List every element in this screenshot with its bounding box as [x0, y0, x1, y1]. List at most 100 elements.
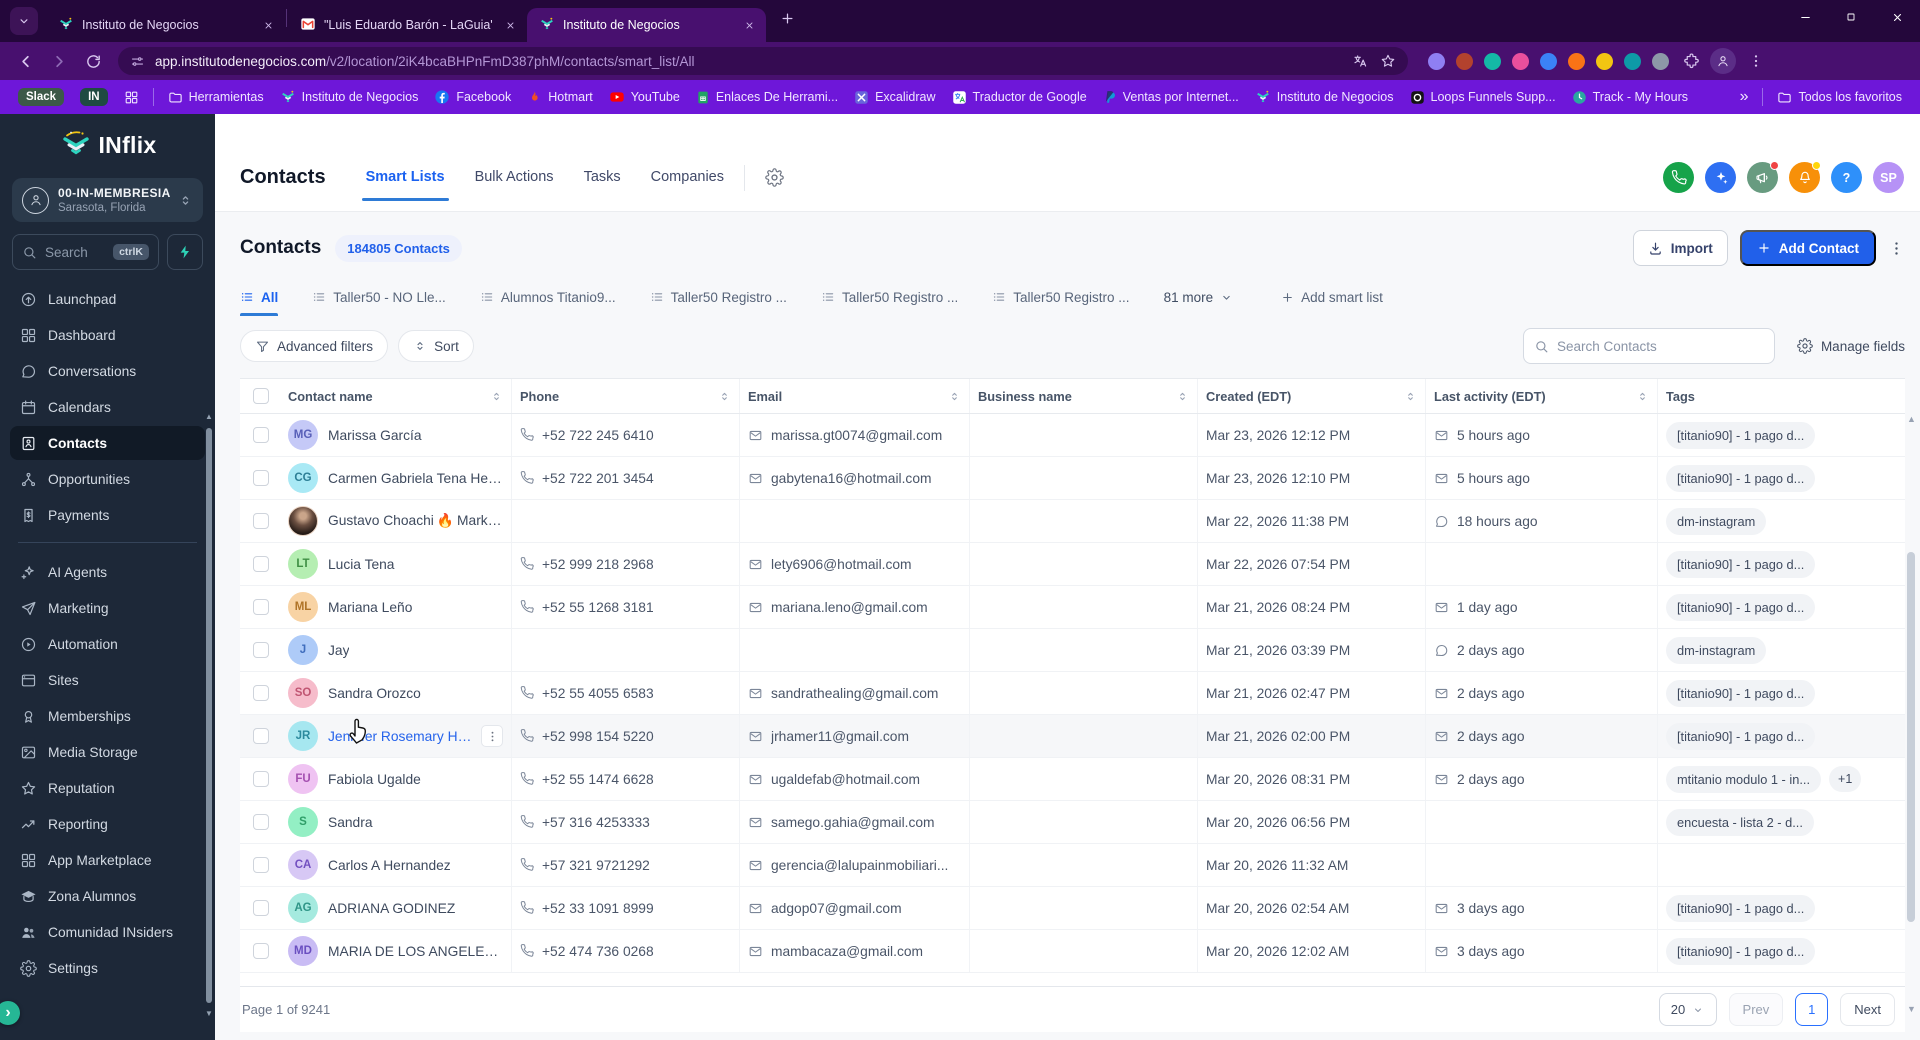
- contact-name[interactable]: Lucia Tena: [328, 557, 395, 572]
- tag-pill[interactable]: [titanio90] - 1 pago d...: [1666, 550, 1816, 578]
- bookmark-item[interactable]: Instituto de Negocios: [272, 86, 427, 108]
- bookmark-item[interactable]: Enlaces De Herrami...: [688, 87, 846, 108]
- close-tab-icon[interactable]: [740, 16, 758, 34]
- search-contacts-input[interactable]: Search Contacts: [1522, 328, 1775, 364]
- bookmarks-overflow-button[interactable]: »: [1732, 88, 1757, 106]
- close-tab-icon[interactable]: [259, 16, 277, 34]
- tag-pill[interactable]: dm-instagram: [1666, 636, 1767, 664]
- bookmark-apps-grid[interactable]: [116, 87, 147, 108]
- row-menu-button[interactable]: [481, 725, 503, 747]
- sidebar-item-sites[interactable]: Sites: [10, 663, 205, 697]
- extension-icon[interactable]: [1512, 52, 1529, 70]
- tab-bulk-actions[interactable]: Bulk Actions: [475, 169, 554, 187]
- bookmark-item[interactable]: Hotmart: [519, 87, 600, 108]
- bookmark-item[interactable]: Facebook: [426, 86, 519, 108]
- tag-pill[interactable]: [titanio90] - 1 pago d...: [1666, 464, 1816, 492]
- forward-button[interactable]: [44, 46, 74, 76]
- tag-pill[interactable]: [titanio90] - 1 pago d...: [1666, 421, 1816, 449]
- back-button[interactable]: [10, 46, 40, 76]
- prev-page-button[interactable]: Prev: [1728, 993, 1784, 1026]
- bookmark-item[interactable]: Traductor de Google: [944, 87, 1095, 108]
- bookmark-item[interactable]: Herramientas: [160, 87, 272, 108]
- smart-list-tab[interactable]: Taller50 Registro ...: [992, 278, 1130, 316]
- maximize-button[interactable]: [1828, 0, 1874, 34]
- row-checkbox[interactable]: [253, 728, 269, 744]
- column-header[interactable]: Contact name: [288, 389, 490, 404]
- sidebar-item-launchpad[interactable]: Launchpad: [10, 282, 205, 316]
- reload-button[interactable]: [78, 46, 108, 76]
- row-checkbox[interactable]: [253, 943, 269, 959]
- smart-list-tab[interactable]: Alumnos Titanio9...: [480, 278, 616, 316]
- sidebar-item-comunidad-insiders[interactable]: Comunidad INsiders: [10, 915, 205, 949]
- extension-icon[interactable]: [1428, 52, 1445, 70]
- row-checkbox[interactable]: [253, 814, 269, 830]
- sort-button[interactable]: Sort: [398, 330, 474, 362]
- tag-pill[interactable]: [titanio90] - 1 pago d...: [1666, 894, 1816, 922]
- close-window-button[interactable]: [1874, 0, 1920, 34]
- contact-name[interactable]: Jennifer Rosemary Hame: [328, 729, 474, 744]
- sidebar-item-memberships[interactable]: Memberships: [10, 699, 205, 733]
- sidebar-item-contacts[interactable]: Contacts: [10, 426, 205, 460]
- contact-name[interactable]: Mariana Leño: [328, 600, 412, 615]
- row-checkbox[interactable]: [253, 685, 269, 701]
- bookmark-star-icon[interactable]: [1380, 53, 1396, 69]
- sidebar-search-input[interactable]: Search ctrlK: [12, 234, 159, 270]
- smart-list-tab[interactable]: Taller50 Registro ...: [821, 278, 958, 316]
- page-size-select[interactable]: 20: [1658, 993, 1717, 1026]
- tab-companies[interactable]: Companies: [651, 169, 724, 187]
- row-checkbox[interactable]: [253, 427, 269, 443]
- bell-button[interactable]: [1789, 161, 1821, 193]
- new-tab-button[interactable]: [774, 5, 800, 31]
- contact-name[interactable]: Sandra Orozco: [328, 686, 421, 701]
- contact-name[interactable]: Jay: [328, 643, 349, 658]
- all-favorites-folder[interactable]: Todos los favoritos: [1769, 87, 1910, 108]
- sidebar-item-calendars[interactable]: Calendars: [10, 390, 205, 424]
- table-scrollbar[interactable]: ▲ ▼: [1905, 414, 1917, 1014]
- manage-fields-button[interactable]: Manage fields: [1797, 338, 1905, 354]
- contact-name[interactable]: Carmen Gabriela Tena Her...: [328, 471, 503, 486]
- row-checkbox[interactable]: [253, 556, 269, 572]
- sidebar-item-reputation[interactable]: Reputation: [10, 771, 205, 805]
- sidebar-item-marketing[interactable]: Marketing: [10, 591, 205, 625]
- row-checkbox[interactable]: [253, 513, 269, 529]
- sidebar-scrollbar[interactable]: ▲ ▼: [204, 412, 214, 1040]
- sidebar-item-media-storage[interactable]: Media Storage: [10, 735, 205, 769]
- more-smart-lists-button[interactable]: 81 more: [1164, 290, 1234, 305]
- column-header[interactable]: Last activity (EDT): [1434, 389, 1636, 404]
- extension-icon[interactable]: [1568, 52, 1585, 70]
- help-button[interactable]: ?: [1831, 162, 1862, 193]
- sidebar-item-dashboard[interactable]: Dashboard: [10, 318, 205, 352]
- quick-actions-button[interactable]: [167, 234, 203, 270]
- sparkles-button[interactable]: [1705, 162, 1736, 193]
- sidebar-item-ai-agents[interactable]: AI Agents: [10, 555, 205, 589]
- contact-name[interactable]: Carlos A Hernandez: [328, 858, 451, 873]
- smart-list-tab[interactable]: Taller50 Registro ...: [650, 278, 787, 316]
- row-checkbox[interactable]: [253, 642, 269, 658]
- megaphone-button[interactable]: [1747, 161, 1779, 193]
- extension-icon[interactable]: [1484, 52, 1501, 70]
- extension-icon[interactable]: [1624, 52, 1641, 70]
- browser-tab[interactable]: Instituto de Negocios: [527, 8, 766, 42]
- contact-name[interactable]: Gustavo Choachi 🔥 Marke...: [328, 513, 503, 529]
- extension-icon[interactable]: [1540, 52, 1557, 70]
- extension-icon[interactable]: [1456, 52, 1473, 70]
- contact-name[interactable]: Fabiola Ugalde: [328, 772, 421, 787]
- row-checkbox[interactable]: [253, 470, 269, 486]
- current-page-button[interactable]: 1: [1795, 993, 1829, 1026]
- browser-menu-icon[interactable]: [1748, 53, 1764, 69]
- column-header[interactable]: Created (EDT): [1206, 389, 1404, 404]
- add-contact-button[interactable]: Add Contact: [1739, 230, 1876, 266]
- column-header[interactable]: Email: [748, 389, 948, 404]
- sidebar-item-automation[interactable]: Automation: [10, 627, 205, 661]
- bookmark-item[interactable]: Instituto de Negocios: [1247, 86, 1402, 108]
- close-tab-icon[interactable]: [501, 16, 519, 34]
- tag-pill[interactable]: dm-instagram: [1666, 507, 1767, 535]
- bookmark-item[interactable]: Track - My Hours: [1564, 87, 1696, 108]
- contact-name[interactable]: MARIA DE LOS ANGELES A...: [328, 944, 503, 959]
- phone-button[interactable]: [1663, 162, 1694, 193]
- translate-icon[interactable]: [1352, 53, 1368, 69]
- contact-name[interactable]: Sandra: [328, 815, 373, 830]
- minimize-button[interactable]: [1782, 0, 1828, 34]
- tag-pill[interactable]: [titanio90] - 1 pago d...: [1666, 937, 1816, 965]
- extensions-puzzle-icon[interactable]: [1683, 53, 1700, 70]
